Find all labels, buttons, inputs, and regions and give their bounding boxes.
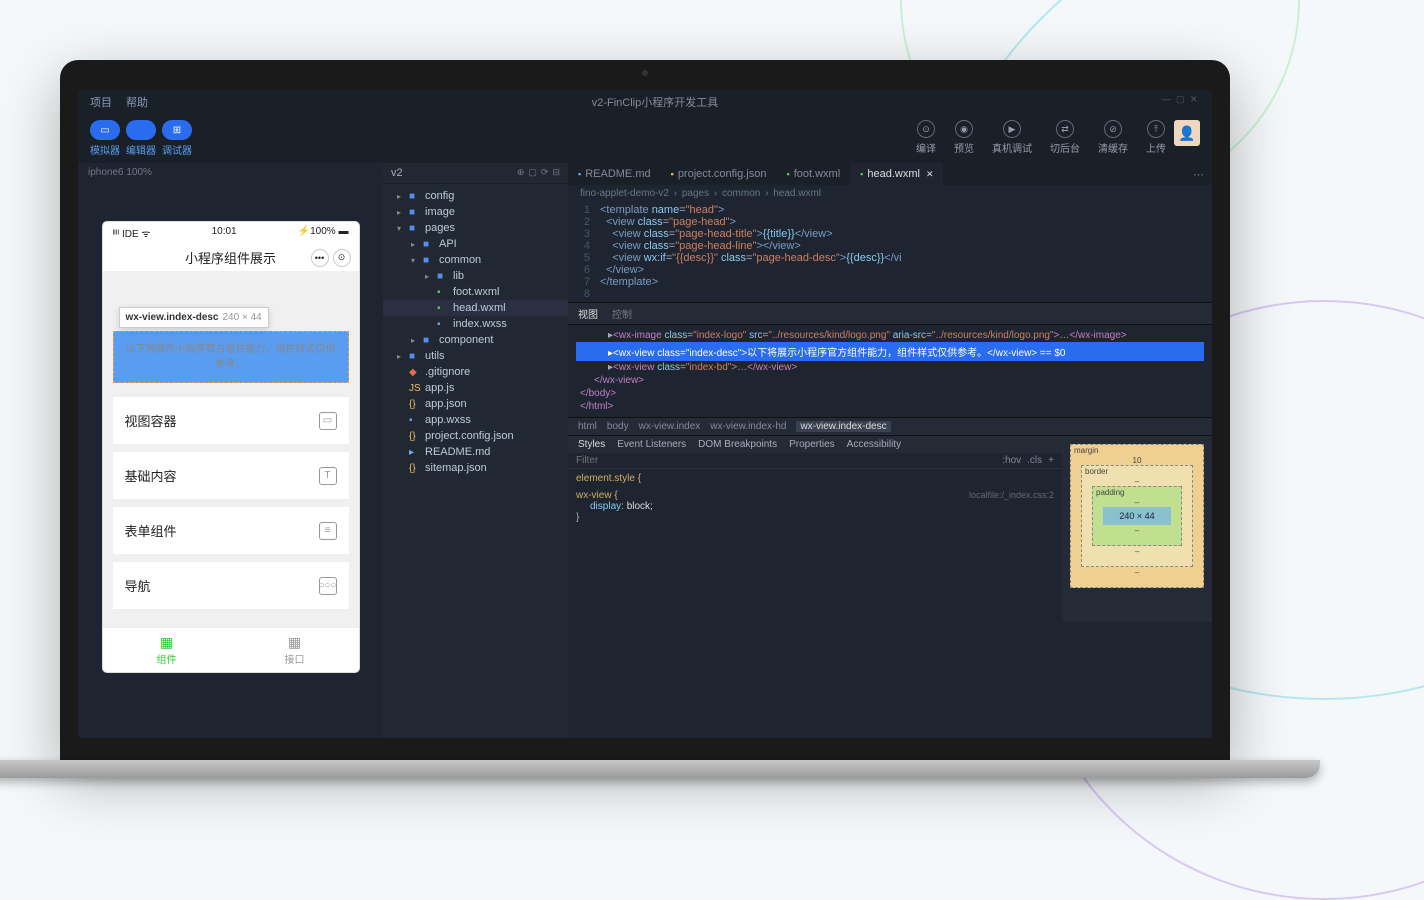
toolbar-button[interactable]: ⊙编译 [916,120,936,155]
refresh-icon[interactable]: ⟳ [541,167,549,179]
status-signal: ᴵᴵᴵᴵ IDE ᯤ [113,226,151,240]
mode-button[interactable]: ⊞调试器 [162,120,192,157]
tree-node[interactable]: ▸■API [383,236,568,252]
mode-button[interactable]: 编辑器 [126,120,156,157]
editor-tab[interactable]: ▪README.md [568,163,661,185]
code-editor[interactable]: 1<template name="head">2 <view class="pa… [568,202,1212,302]
mode-button[interactable]: ▭模拟器 [90,120,120,157]
close-icon[interactable]: ✕ [1190,94,1200,104]
dom-crumb[interactable]: html [578,421,597,432]
styles-subtab[interactable]: Accessibility [847,439,901,450]
more-tabs-icon[interactable]: ⋯ [1185,168,1212,181]
menu-project[interactable]: 项目 [90,94,112,110]
dom-crumb[interactable]: wx-view.index-hd [710,421,786,432]
list-item[interactable]: 导航○○○ [113,562,349,609]
styles-filter-input[interactable] [576,455,1002,466]
tree-node[interactable]: ▸README.md [383,444,568,460]
tree-node[interactable]: ▪head.wxml [383,300,568,316]
tree-node[interactable]: {}sitemap.json [383,460,568,476]
avatar[interactable]: 👤 [1174,120,1200,146]
list-item[interactable]: 基础内容T [113,452,349,499]
styles-subtab[interactable]: DOM Breakpoints [698,439,777,450]
window-controls: — ▢ ✕ [1162,94,1200,110]
tree-node[interactable]: JSapp.js [383,380,568,396]
tree-node[interactable]: ▾■pages [383,220,568,236]
file-tree-panel: v2 ⊕ ▢ ⟳ ⊟ ▸■config▸■image▾■pages▸■API▾■… [383,163,568,738]
menu-help[interactable]: 帮助 [126,94,148,110]
toolbar: ▭模拟器编辑器⊞调试器 ⊙编译 ◉预览 ▶真机调试 ⇄切后台 ⊘清缓存 ⤒上传 👤 [78,114,1212,163]
devtools-tab[interactable]: 控制 [612,306,632,321]
tree-node[interactable]: ▸■config [383,188,568,204]
tree-node[interactable]: ▸■component [383,332,568,348]
tree-root[interactable]: v2 [391,167,403,179]
editor-tab[interactable]: ▪project.config.json [661,163,777,185]
dom-crumb[interactable]: wx-view.index-desc [796,421,890,432]
tree-node[interactable]: ▪app.wxss [383,412,568,428]
inspector-tooltip: wx-view.index-desc240 × 44 [119,307,269,328]
breadcrumb: fino-applet-demo-v2 › pages › common › h… [568,185,1212,202]
styles-subtab[interactable]: Properties [789,439,835,450]
phone-tab[interactable]: ▦接口 [231,628,359,672]
maximize-icon[interactable]: ▢ [1176,94,1186,104]
styles-subtab[interactable]: Styles [578,439,605,450]
devtools: 视图控制 ▸<wx-image class="index-logo" src="… [568,302,1212,622]
capsule-more-icon[interactable]: ••• [311,249,329,267]
minimap[interactable] [1164,202,1212,302]
minimize-icon[interactable]: — [1162,94,1172,104]
dom-breadcrumb[interactable]: html body wx-view.index wx-view.index-hd wx-… [568,417,1212,436]
collapse-icon[interactable]: ⊟ [552,167,560,179]
tree-node[interactable]: ▸■lib [383,268,568,284]
new-folder-icon[interactable]: ▢ [528,167,537,179]
laptop-frame: 项目 帮助 v2-FinClip小程序开发工具 — ▢ ✕ ▭模拟器编辑器⊞调试… [60,60,1230,800]
toolbar-button[interactable]: ⊘清缓存 [1098,120,1128,155]
list-item[interactable]: 表单组件≡ [113,507,349,554]
devtools-tab[interactable]: 视图 [578,306,598,321]
page-title: 小程序组件展示 [185,248,276,267]
ide-screen: 项目 帮助 v2-FinClip小程序开发工具 — ▢ ✕ ▭模拟器编辑器⊞调试… [78,90,1212,738]
filter-chip[interactable]: :hov [1002,455,1021,466]
status-time: 10:01 [212,226,237,240]
dom-crumb[interactable]: body [607,421,629,432]
tree-node[interactable]: {}app.json [383,396,568,412]
phone-tab[interactable]: ▦组件 [103,628,231,672]
tree-node[interactable]: ▸■utils [383,348,568,364]
styles-subtab[interactable]: Event Listeners [617,439,686,450]
simulator-panel: iphone6 100% ᴵᴵᴵᴵ IDE ᯤ 10:01 ⚡100% ▬ 小程… [78,163,383,738]
tree-node[interactable]: ◆.gitignore [383,364,568,380]
toolbar-button[interactable]: ▶真机调试 [992,120,1032,155]
editor-tab[interactable]: ▪foot.wxml [776,163,850,185]
css-rules[interactable]: element.style {</span><span class="sel-t… [568,469,1062,533]
filter-chip[interactable]: .cls [1027,455,1042,466]
simulator-device-label: iphone6 100% [78,163,383,182]
toolbar-button[interactable]: ⤒上传 [1146,120,1166,155]
tree-node[interactable]: {}project.config.json [383,428,568,444]
toolbar-button[interactable]: ◉预览 [954,120,974,155]
tree-node[interactable]: ▸■image [383,204,568,220]
close-tab-icon[interactable]: ✕ [926,169,934,180]
editor-panel: ▪README.md▪project.config.json▪foot.wxml… [568,163,1212,738]
box-model: margin10 border– padding– 240 × 44 – – – [1062,436,1212,622]
new-file-icon[interactable]: ⊕ [517,167,525,179]
dom-crumb[interactable]: wx-view.index [639,421,701,432]
tree-node[interactable]: ▾■common [383,252,568,268]
tree-node[interactable]: ▪index.wxss [383,316,568,332]
toolbar-button[interactable]: ⇄切后台 [1050,120,1080,155]
dom-tree[interactable]: ▸<wx-image class="index-logo" src="../re… [568,325,1212,417]
window-title: v2-FinClip小程序开发工具 [162,94,1148,110]
capsule-close-icon[interactable]: ⊙ [333,249,351,267]
tree-node[interactable]: ▪foot.wxml [383,284,568,300]
highlighted-element[interactable]: 以下将展示小程序官方组件能力，组件样式仅供参考。 [113,331,349,383]
status-battery: ⚡100% ▬ [298,226,349,240]
menubar: 项目 帮助 v2-FinClip小程序开发工具 — ▢ ✕ [78,90,1212,114]
filter-chip[interactable]: + [1048,455,1054,466]
editor-tab[interactable]: ▪head.wxml✕ [850,163,943,185]
list-item[interactable]: 视图容器▭ [113,397,349,444]
phone-frame: ᴵᴵᴵᴵ IDE ᯤ 10:01 ⚡100% ▬ 小程序组件展示 ••• ⊙ [103,222,359,672]
